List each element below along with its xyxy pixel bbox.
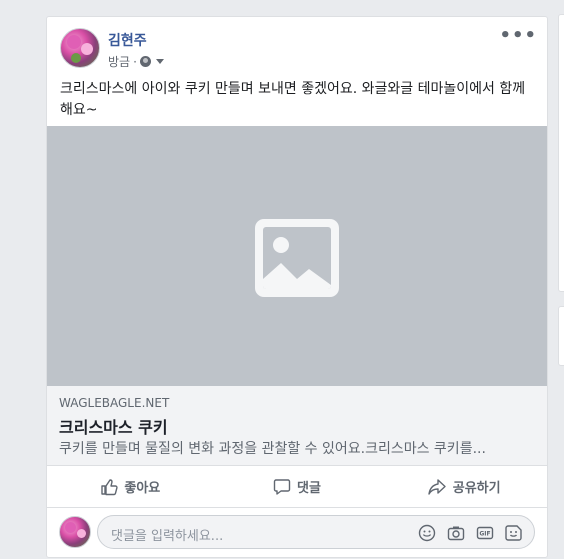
like-label: 좋아요	[124, 481, 161, 496]
more-options-button[interactable]: •••	[499, 27, 537, 45]
svg-text:GIF: GIF	[479, 531, 490, 538]
sticker-icon[interactable]	[504, 523, 524, 543]
post-timestamp[interactable]: 방금	[108, 53, 130, 70]
like-button[interactable]: 좋아요	[47, 466, 214, 507]
thumbs-up-icon	[101, 478, 119, 495]
post-actions: 좋아요 댓글 공유하기	[47, 466, 547, 508]
link-description: 쿠키를 만들며 물질의 변화 과정을 관찰할 수 있어요.크리스마스 쿠키를..…	[59, 441, 486, 457]
comment-icon	[273, 478, 291, 495]
link-domain: WAGLEBAGLE.NET	[59, 396, 170, 410]
post-text: 크리스마스에 아이와 쿠키 만들며 보내면 좋겠어요. 와글와글 테마놀이에서 …	[60, 81, 526, 118]
right-column-card-secondary	[558, 306, 564, 366]
globe-icon[interactable]	[139, 56, 151, 67]
chevron-down-icon[interactable]	[155, 59, 164, 64]
share-label: 공유하기	[452, 481, 501, 496]
emoji-icon[interactable]	[417, 523, 437, 543]
comment-composer: 댓글을 입력하세요... GIF	[47, 508, 547, 558]
comment-tools: GIF	[417, 523, 524, 543]
author-avatar[interactable]	[60, 28, 100, 68]
share-icon	[428, 478, 446, 495]
gif-icon[interactable]: GIF	[475, 523, 495, 543]
share-button[interactable]: 공유하기	[380, 466, 547, 507]
comment-label: 댓글	[297, 481, 321, 496]
author-name[interactable]: 김현주	[108, 30, 147, 50]
post-meta: 방금 ·	[108, 53, 164, 70]
comment-input[interactable]: 댓글을 입력하세요... GIF	[97, 515, 535, 549]
image-placeholder-icon	[255, 219, 339, 297]
camera-icon[interactable]	[446, 523, 466, 543]
link-preview-image[interactable]	[47, 126, 547, 386]
link-preview-box[interactable]: WAGLEBAGLE.NET 크리스마스 쿠키 쿠키를 만들며 물질의 변화 과…	[47, 386, 547, 466]
comment-placeholder: 댓글을 입력하세요...	[111, 529, 224, 544]
link-title[interactable]: 크리스마스 쿠키	[59, 414, 168, 438]
commenter-avatar	[59, 516, 91, 548]
right-column-card	[558, 14, 564, 292]
post-card: 김현주 방금 · ••• 크리스마스에 아이와 쿠키 만들며 보내면 좋겠어요.…	[46, 16, 548, 558]
comment-button[interactable]: 댓글	[214, 466, 381, 507]
